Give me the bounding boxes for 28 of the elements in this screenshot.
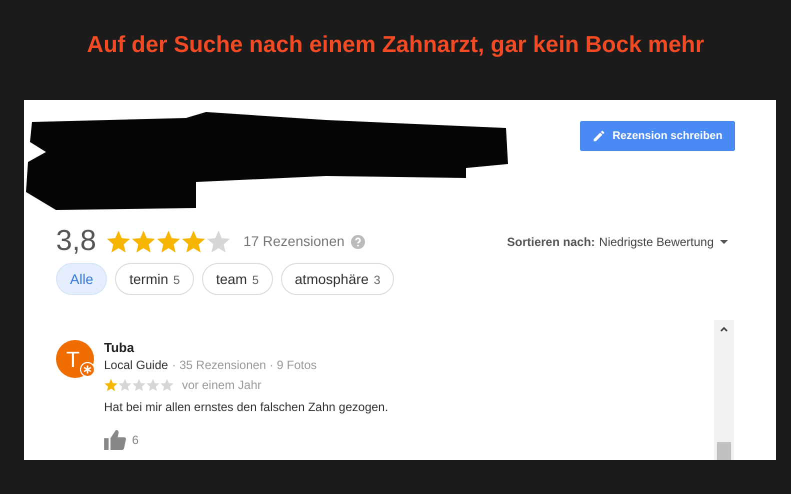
star-filled-icon [156, 229, 182, 254]
review-count: 17 Rezensionen [243, 232, 345, 252]
scroll-up-icon[interactable] [720, 326, 728, 332]
headline: Auf der Suche nach einem Zahnarzt, gar kein Bock mehr [86, 30, 704, 59]
filter-chip[interactable]: Alle [56, 263, 108, 295]
scrollbar-thumb[interactable] [717, 442, 731, 460]
star-filled-icon [181, 229, 206, 254]
review-text: Hat bei mir allen ernstes den falschen Zahn gezogen. [104, 399, 388, 416]
help-icon[interactable] [350, 234, 365, 249]
filter-chip[interactable]: atmosphäre 3 [280, 263, 394, 295]
star-filled-icon [104, 378, 118, 392]
author-name[interactable]: Tuba [104, 340, 388, 356]
review-time: vor einem Jahr [182, 377, 262, 394]
star-filled-icon [106, 229, 132, 254]
guide-label: Local Guide [104, 357, 168, 374]
filter-chip[interactable]: team 5 [202, 263, 273, 295]
like-count: 6 [132, 432, 139, 449]
caret-icon [720, 240, 728, 244]
scrollbar[interactable] [714, 320, 734, 460]
pencil-icon [592, 129, 606, 143]
sort-label: Sortieren nach: [507, 234, 596, 251]
local-guide-badge-icon [80, 362, 95, 377]
star-filled-icon [131, 229, 156, 254]
author-stats: · 35 Rezensionen · 9 Fotos [172, 357, 317, 374]
rating-score: 3,8 [56, 224, 96, 259]
thumbs-up-icon[interactable] [104, 430, 126, 450]
filter-chip[interactable]: termin 5 [115, 263, 194, 295]
sort-dropdown[interactable]: Niedrigste Bewertung [599, 233, 728, 251]
